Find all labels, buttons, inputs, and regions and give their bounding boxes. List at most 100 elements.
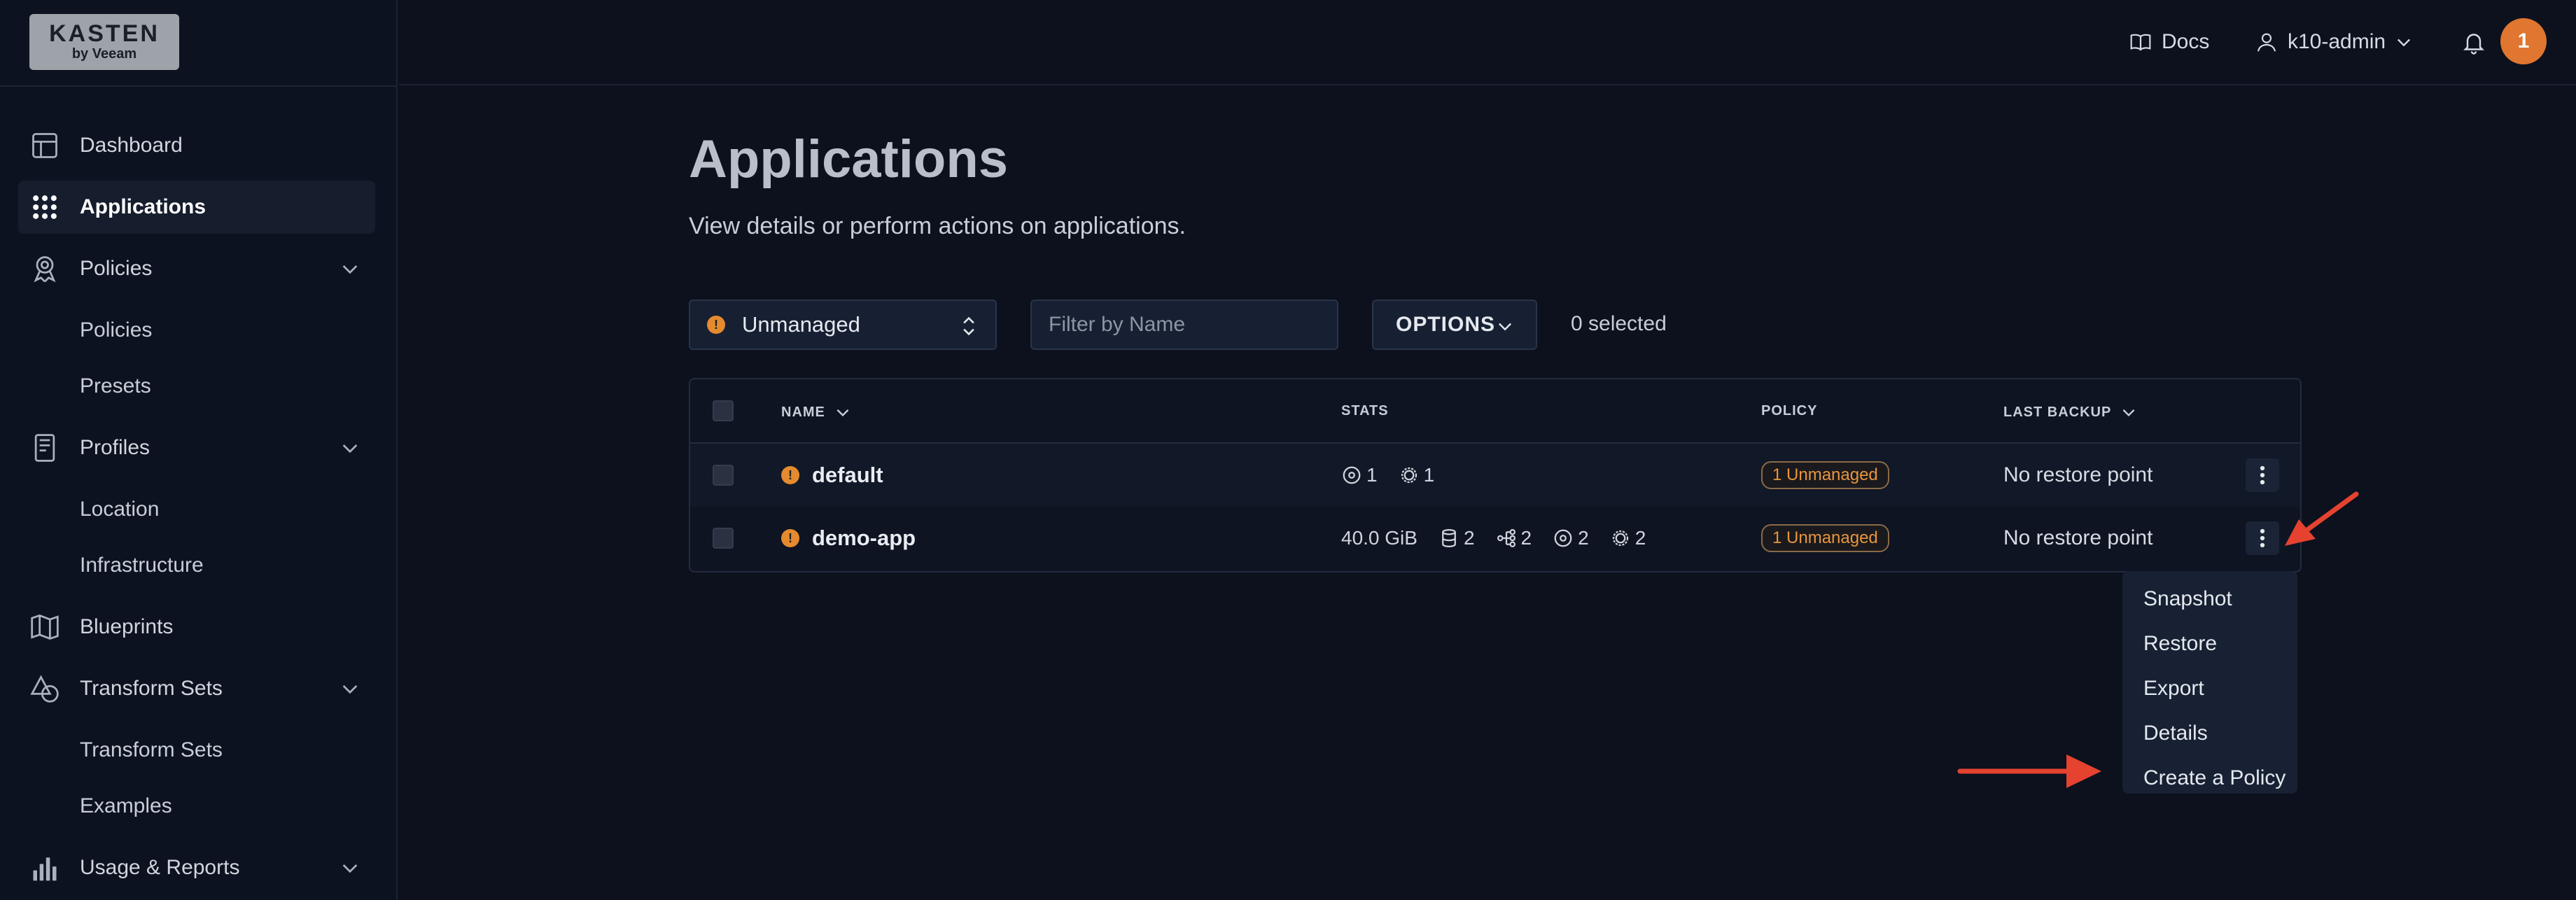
book-icon	[2129, 31, 2152, 53]
docs-link[interactable]: Docs	[2129, 25, 2209, 59]
sidebar-subitem-infrastructure[interactable]: Infrastructure	[80, 544, 204, 586]
row-actions-button[interactable]	[2246, 521, 2279, 555]
selected-count: 0 selected	[1571, 312, 1667, 335]
user-menu[interactable]: k10-admin	[2255, 25, 2414, 59]
notification-count-badge[interactable]: 1	[2500, 18, 2547, 64]
status-filter-select[interactable]: ! Unmanaged	[689, 300, 997, 350]
menu-item-create-policy[interactable]: Create a Policy	[2122, 756, 2297, 801]
sidebar-item-applications[interactable]: Applications	[18, 181, 375, 234]
bar-chart-icon	[28, 851, 62, 885]
policy-cell: 1 Unmanaged	[1761, 444, 1889, 507]
row-actions-button[interactable]	[2246, 458, 2279, 492]
sidebar-item-blueprints[interactable]: Blueprints	[18, 600, 375, 654]
sidebar-item-dashboard[interactable]: Dashboard	[18, 119, 375, 172]
column-header-stats: STATS	[1341, 403, 1389, 419]
options-label: OPTIONS	[1396, 313, 1496, 336]
user-name: k10-admin	[2288, 30, 2386, 53]
sidebar-item-transform-sets[interactable]: Transform Sets	[18, 662, 375, 715]
stat-item: 2	[1610, 527, 1646, 549]
chevron-down-icon	[1495, 316, 1515, 336]
sidebar-item-label: Profiles	[80, 436, 150, 459]
chevron-down-icon[interactable]	[339, 258, 361, 280]
sidebar-subitem-policies[interactable]: Policies	[80, 309, 152, 351]
bell-icon	[2461, 29, 2486, 55]
table-row[interactable]: ! demo-app 40.0 GiB 2 2 2 2 1 Unmanaged …	[690, 507, 2300, 570]
annotation-arrow-icon	[1957, 754, 2101, 788]
name-filter-input[interactable]	[1030, 300, 1338, 350]
stat-item: 2	[1553, 527, 1589, 549]
sidebar-subitem-transform-sets[interactable]: Transform Sets	[80, 729, 223, 771]
sidebar-item-label: Policies	[80, 257, 153, 280]
stat-item: 1	[1341, 464, 1378, 486]
chevron-down-icon[interactable]	[339, 677, 361, 700]
kasten-logo[interactable]: KASTEN by Veeam	[29, 14, 179, 70]
chevron-down-icon	[2120, 403, 2138, 421]
sidebar-item-label: Usage & Reports	[80, 856, 240, 879]
menu-item-restore[interactable]: Restore	[2122, 621, 2297, 666]
stat-item: 1	[1399, 464, 1434, 486]
menu-item-snapshot[interactable]: Snapshot	[2122, 577, 2297, 621]
menu-item-export[interactable]: Export	[2122, 666, 2297, 711]
kebab-menu-icon	[2260, 465, 2265, 485]
column-header-last-backup[interactable]: LAST BACKUP	[2003, 403, 2138, 421]
stats-cell: 1 1	[1341, 444, 1455, 507]
applications-table: NAME STATS POLICY LAST BACKUP ! default …	[689, 378, 2302, 572]
stats-cell: 40.0 GiB 2 2 2 2	[1341, 507, 1667, 570]
user-icon	[2255, 31, 2278, 53]
stat-item: 2	[1496, 527, 1532, 549]
grid-icon	[28, 190, 62, 224]
warning-icon: !	[707, 316, 725, 334]
chevron-down-icon	[2394, 32, 2414, 52]
sidebar-divider	[0, 85, 398, 87]
status-filter-value: Unmanaged	[742, 312, 860, 337]
shapes-icon	[28, 672, 62, 705]
options-button[interactable]: OPTIONS	[1372, 300, 1537, 350]
gear-icon	[1401, 467, 1417, 484]
stat-value: 2	[1520, 527, 1532, 549]
sidebar-item-label: Transform Sets	[80, 677, 223, 700]
row-checkbox[interactable]	[713, 465, 734, 486]
column-label: LAST BACKUP	[2003, 404, 2112, 420]
chevron-down-icon[interactable]	[339, 437, 361, 459]
app-name: default	[812, 463, 883, 487]
sidebar-subitem-location[interactable]: Location	[80, 488, 159, 530]
sidebar-item-profiles[interactable]: Profiles	[18, 421, 375, 474]
row-actions-menu: Snapshot Restore Export Details Create a…	[2122, 571, 2297, 794]
table-row[interactable]: ! default 1 1 1 Unmanaged No restore poi…	[690, 444, 2300, 507]
sort-arrows-icon	[959, 315, 979, 337]
app-name-cell[interactable]: ! demo-app	[781, 507, 916, 570]
sidebar-item-usage-reports[interactable]: Usage & Reports	[18, 841, 375, 894]
table-header: NAME STATS POLICY LAST BACKUP	[690, 379, 2300, 444]
stat-value: 2	[1634, 527, 1646, 549]
annotation-arrow-icon	[2285, 491, 2359, 546]
kebab-menu-icon	[2260, 528, 2265, 548]
page-description: View details or perform actions on appli…	[689, 213, 1186, 239]
notifications-button[interactable]	[2461, 25, 2486, 59]
last-backup-cell: No restore point	[2003, 463, 2153, 486]
warning-icon: !	[781, 529, 799, 547]
sidebar-item-label: Applications	[80, 195, 206, 218]
column-header-policy: POLICY	[1761, 403, 1817, 419]
last-backup-cell: No restore point	[2003, 526, 2153, 549]
status-badge: 1 Unmanaged	[1761, 461, 1889, 489]
chevron-down-icon[interactable]	[339, 857, 361, 879]
network-icon	[1497, 529, 1516, 547]
logo-text-primary: KASTEN	[49, 20, 160, 47]
docs-label: Docs	[2162, 30, 2210, 53]
sidebar-item-label: Blueprints	[80, 615, 174, 638]
app-name-cell[interactable]: ! default	[781, 444, 883, 507]
stat-item: 2	[1438, 527, 1475, 549]
stat-value: 2	[1463, 527, 1475, 549]
sidebar-item-label: Dashboard	[80, 134, 183, 157]
page-title: Applications	[689, 129, 1009, 189]
menu-item-details[interactable]: Details	[2122, 711, 2297, 756]
sidebar-item-policies[interactable]: Policies	[18, 242, 375, 295]
sidebar-subitem-presets[interactable]: Presets	[80, 365, 151, 407]
select-all-checkbox[interactable]	[713, 400, 734, 421]
document-icon	[28, 431, 62, 465]
chevron-down-icon	[834, 403, 852, 421]
column-header-name[interactable]: NAME	[781, 403, 852, 421]
sidebar-subitem-examples[interactable]: Examples	[80, 785, 172, 827]
row-checkbox[interactable]	[713, 528, 734, 549]
status-badge: 1 Unmanaged	[1761, 524, 1889, 552]
